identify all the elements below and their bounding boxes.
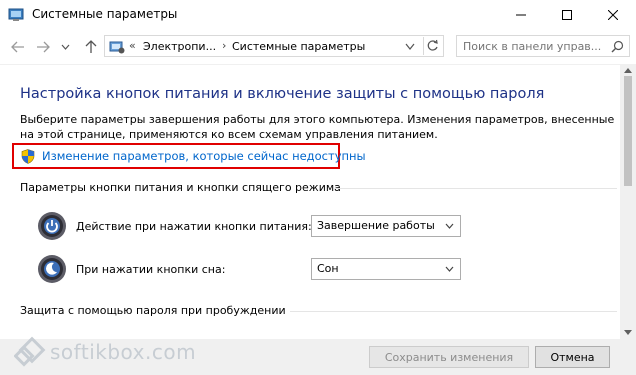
sleep-button-action-label: При нажатии кнопки сна: [76, 263, 226, 276]
chevron-down-icon [61, 44, 69, 50]
power-options-icon [109, 41, 125, 54]
sleep-button-action-select[interactable]: Сон [311, 258, 461, 280]
close-button[interactable] [590, 0, 636, 30]
arrow-left-icon [11, 41, 24, 53]
search-icon [611, 40, 624, 53]
change-link-label[interactable]: Изменение параметров, которые сейчас нед… [42, 149, 366, 163]
main-content: Настройка кнопок питания и включение защ… [0, 64, 620, 339]
watermark: softikbox.com [14, 336, 197, 370]
maximize-button[interactable] [544, 0, 590, 30]
section-divider [290, 311, 617, 312]
power-button-action-label: Действие при нажатии кнопки питания: [76, 220, 312, 233]
chevron-down-icon[interactable] [403, 41, 417, 53]
arrow-up-icon [85, 40, 97, 53]
arrow-right-icon [37, 41, 50, 53]
up-button[interactable] [82, 38, 100, 56]
refresh-button[interactable] [423, 37, 442, 55]
window-title: Системные параметры [32, 7, 178, 21]
search-box[interactable] [456, 35, 630, 57]
control-panel-icon [8, 8, 24, 21]
title-bar: Системные параметры [0, 0, 636, 30]
vertical-scrollbar[interactable] [620, 64, 636, 339]
forward-button[interactable] [34, 38, 52, 56]
breadcrumb-system-settings[interactable]: Системные параметры [232, 40, 365, 53]
sleep-button-action-value: Сон [317, 262, 339, 275]
cancel-button[interactable]: Отмена [535, 346, 610, 368]
close-icon [608, 10, 618, 20]
maximize-icon [562, 10, 572, 20]
minimize-button[interactable] [498, 0, 544, 30]
search-input[interactable] [463, 39, 601, 53]
recent-pages-button[interactable] [56, 38, 74, 56]
save-changes-button[interactable]: Сохранить изменения [369, 346, 529, 368]
section-power-buttons-title: Параметры кнопки питания и кнопки спящег… [20, 181, 341, 194]
page-title: Настройка кнопок питания и включение защ… [20, 86, 545, 102]
address-path[interactable]: « Электропи... › Системные параметры [104, 35, 444, 57]
scroll-thumb[interactable] [624, 76, 632, 186]
scroll-down-icon[interactable] [624, 330, 632, 336]
scroll-up-icon[interactable] [624, 67, 632, 73]
power-button-icon [38, 212, 66, 240]
watermark-logo-icon [14, 336, 46, 367]
power-button-action-value: Завершение работы [317, 219, 435, 232]
power-button-action-select[interactable]: Завершение работы [311, 215, 461, 237]
uac-shield-icon [21, 149, 35, 164]
chevron-down-icon [445, 266, 454, 272]
breadcrumb-separator[interactable]: › [222, 39, 226, 52]
minimize-icon [516, 14, 526, 16]
refresh-icon [427, 39, 438, 51]
breadcrumb-power[interactable]: Электропи... [143, 40, 216, 53]
change-unavailable-settings-link[interactable]: Изменение параметров, которые сейчас нед… [12, 143, 366, 169]
back-button[interactable] [9, 38, 27, 56]
sleep-button-icon [38, 255, 66, 283]
chevron-down-icon [445, 223, 454, 229]
section-password-title: Защита с помощью пароля при пробуждении [20, 304, 286, 317]
overflow-chevron[interactable]: « [129, 39, 136, 52]
section-divider [335, 188, 617, 189]
page-description: Выберите параметры завершения работы для… [20, 113, 615, 141]
watermark-text: softikbox.com [50, 340, 197, 364]
address-bar: « Электропи... › Системные параметры [0, 30, 636, 65]
